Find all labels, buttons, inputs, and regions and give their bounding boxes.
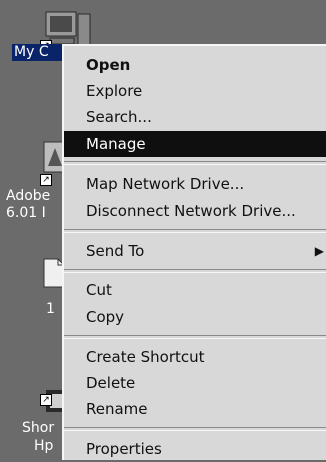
menu-item-rename[interactable]: Rename [64, 396, 326, 422]
menu-item-search[interactable]: Search... [64, 104, 326, 130]
menu-item-label: Send To [86, 242, 145, 260]
menu-item-label: Search... [86, 108, 152, 126]
menu-item-label: Properties [86, 440, 162, 458]
menu-item-label: Delete [86, 374, 136, 392]
menu-item-disconnect-network-drive[interactable]: Disconnect Network Drive... [64, 198, 326, 224]
menu-item-label: Copy [86, 308, 125, 326]
menu-item-copy[interactable]: Copy [64, 304, 326, 330]
menu-separator [64, 269, 326, 273]
shortcut-arrow-icon: ↗ [40, 394, 52, 406]
triangle-right-icon: ▶ [314, 244, 324, 258]
menu-item-label: Cut [86, 281, 112, 299]
shortcut-arrow-icon: ↗ [40, 174, 52, 186]
menu-item-delete[interactable]: Delete [64, 370, 326, 396]
menu-item-label: Disconnect Network Drive... [86, 202, 296, 220]
menu-item-label: Explore [86, 82, 143, 100]
desktop-icon-label: My C [12, 44, 64, 61]
menu-separator [64, 427, 326, 431]
menu-item-label: Rename [86, 400, 148, 418]
menu-item-create-shortcut[interactable]: Create Shortcut [64, 344, 326, 370]
desktop-icon-adobe[interactable]: ↗ Adobe 6.01 I [0, 130, 70, 230]
menu-item-properties[interactable]: Properties [64, 436, 326, 462]
menu-separator [64, 161, 326, 165]
menu-separator [64, 335, 326, 339]
desktop-icon-shortcut[interactable]: ↗ Shor Hp [0, 380, 70, 458]
menu-item-label: Map Network Drive... [86, 175, 245, 193]
menu-item-label: Manage [86, 135, 146, 153]
menu-item-send-to[interactable]: Send To ▶ [64, 238, 326, 264]
menu-item-map-network-drive[interactable]: Map Network Drive... [64, 171, 326, 197]
menu-item-label: Create Shortcut [86, 348, 205, 366]
menu-item-cut[interactable]: Cut [64, 277, 326, 303]
desktop-icon-my-computer[interactable]: ↗ My C [0, 0, 91, 100]
menu-item-open[interactable]: Open [64, 52, 326, 78]
menu-item-manage[interactable]: Manage [64, 131, 326, 157]
menu-item-label: Open [86, 56, 131, 74]
context-menu: Open Explore Search... Manage Map Networ… [62, 44, 326, 460]
menu-item-explore[interactable]: Explore [64, 78, 326, 104]
desktop-icon-document[interactable]: 1 [0, 255, 70, 335]
menu-separator [64, 229, 326, 233]
